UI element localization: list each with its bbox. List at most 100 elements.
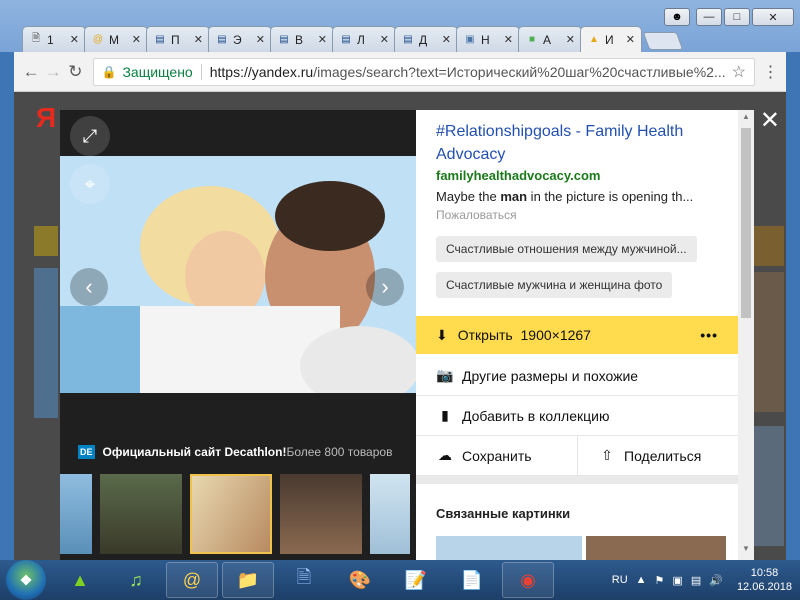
browser-tab[interactable]: ▤ Э ✕: [208, 26, 272, 52]
more-options-button[interactable]: •••: [700, 327, 718, 343]
doc-icon: ▤: [217, 34, 227, 45]
thumbnail-strip: [60, 474, 410, 554]
other-sizes-button[interactable]: 📷 Другие размеры и похожие: [416, 356, 738, 396]
scroll-down-icon[interactable]: ▼: [738, 544, 754, 558]
thumbnail[interactable]: [60, 474, 92, 554]
address-separator: [200, 63, 202, 80]
browser-titlebar: 🗎 1 ✕ @ M ✕ ▤ П ✕ ▤ Э ✕ ▤ В ✕ ▤ Л ✕ ▤ Д ✕ ▣ Н ✕ ■ А ✕ ▲ И ✕ ☻ — □ ✕: [0, 0, 800, 52]
new-tab-button[interactable]: [642, 32, 684, 50]
thumbnail-selected[interactable]: [190, 474, 272, 554]
image-info-panel: #Relationshipgoals - Family Health Advoc…: [416, 110, 738, 560]
chrome-icon: ◉: [520, 569, 536, 590]
tab-label: M: [109, 32, 119, 47]
close-window-button[interactable]: ✕: [752, 8, 794, 26]
chevron-up-icon[interactable]: ▲: [636, 574, 647, 586]
taskbar-app[interactable]: ♫: [110, 562, 162, 598]
tab-label: И: [605, 32, 614, 47]
source-host-link[interactable]: familyhealthadvocacy.com: [436, 168, 601, 183]
background-tile: [754, 226, 784, 266]
reload-button[interactable]: ↻: [64, 58, 86, 86]
thumbnail[interactable]: [100, 474, 182, 554]
close-tab-icon[interactable]: ✕: [194, 33, 203, 46]
taskbar-app[interactable]: 🎨: [334, 562, 386, 598]
forward-button[interactable]: →: [42, 58, 64, 86]
browser-tab[interactable]: ▤ П ✕: [146, 26, 210, 52]
language-indicator[interactable]: RU: [612, 574, 628, 586]
bookmark-star-icon[interactable]: ☆: [732, 62, 746, 82]
browser-tab[interactable]: @ M ✕: [84, 26, 148, 52]
save-button[interactable]: ☁ Сохранить: [416, 436, 577, 476]
panel-scrollbar[interactable]: ▲ ▼: [738, 110, 754, 560]
close-tab-icon[interactable]: ✕: [504, 33, 513, 46]
close-tab-icon[interactable]: ✕: [70, 33, 79, 46]
lock-icon: 🔒: [101, 64, 117, 79]
add-to-collection-button[interactable]: ▮ Добавить в коллекцию: [416, 396, 738, 436]
close-tab-icon[interactable]: ✕: [132, 33, 141, 46]
clock[interactable]: 10:58 12.06.2018: [737, 566, 792, 594]
start-button[interactable]: ❖: [6, 560, 46, 600]
close-tab-icon[interactable]: ✕: [380, 33, 389, 46]
main-photo[interactable]: [60, 156, 416, 393]
aimp-icon: ▲: [71, 569, 89, 590]
close-tab-icon[interactable]: ✕: [442, 33, 451, 46]
add-collection-label: Добавить в коллекцию: [462, 407, 610, 424]
taskbar-app[interactable]: ▲: [54, 562, 106, 598]
browser-tab[interactable]: ▲ И ✕: [580, 26, 642, 52]
network-icon[interactable]: ▤: [691, 574, 701, 587]
taskbar-app[interactable]: 📝: [390, 562, 442, 598]
browser-tab[interactable]: ▤ Л ✕: [332, 26, 396, 52]
back-button[interactable]: ←: [20, 58, 42, 86]
camera-icon: 📷: [436, 367, 454, 383]
chevron-left-icon: ‹: [85, 274, 93, 299]
yandex-logo[interactable]: Я: [36, 102, 56, 134]
related-image[interactable]: [586, 536, 726, 560]
browser-tab[interactable]: ▣ Н ✕: [456, 26, 520, 52]
decathlon-logo: DE: [78, 445, 95, 459]
browser-tab[interactable]: ■ А ✕: [518, 26, 582, 52]
music-icon: ♫: [129, 569, 143, 590]
browser-tab[interactable]: 🗎 1 ✕: [22, 26, 86, 52]
open-label: Открыть: [457, 327, 513, 343]
web-page: Я ✕ ⤢ ⌖ ‹ › DE Официальный сайт Decathlo…: [14, 92, 786, 560]
thumbnail[interactable]: [280, 474, 362, 554]
taskbar-app[interactable]: 📄: [446, 562, 498, 598]
address-bar[interactable]: 🔒 Защищено https://yandex.ru /images/sea…: [92, 57, 755, 86]
advertisement[interactable]: DE Официальный сайт Decathlon! Более 800…: [78, 445, 392, 459]
share-button[interactable]: ⇧ Поделиться: [577, 435, 738, 476]
image-size: 1900×1267: [520, 327, 591, 343]
close-tab-icon[interactable]: ✕: [318, 33, 327, 46]
next-image-button[interactable]: ›: [366, 268, 404, 306]
taskbar-app[interactable]: @: [166, 562, 218, 598]
window-controls: ☻ — □ ✕: [664, 8, 794, 26]
related-image[interactable]: [436, 536, 582, 560]
minimize-button[interactable]: —: [696, 8, 722, 26]
fullscreen-button[interactable]: ⤢: [70, 116, 110, 156]
taskbar-app-chrome[interactable]: ◉: [502, 562, 554, 598]
thumbnail[interactable]: [370, 474, 410, 554]
previous-image-button[interactable]: ‹: [70, 268, 108, 306]
scroll-up-icon[interactable]: ▲: [738, 112, 754, 126]
profile-button[interactable]: ☻: [664, 8, 690, 26]
source-title-link[interactable]: #Relationshipgoals - Family Health Advoc…: [436, 120, 726, 166]
close-tab-icon[interactable]: ✕: [566, 33, 575, 46]
flag-icon[interactable]: ⚑: [655, 574, 665, 587]
close-tab-icon[interactable]: ✕: [256, 33, 265, 46]
device-icon[interactable]: ▣: [672, 574, 682, 587]
open-image-button[interactable]: ⬇ Открыть 1900×1267 •••: [416, 316, 738, 354]
taskbar-app[interactable]: 🗎: [278, 562, 330, 598]
browser-menu-button[interactable]: ⋮: [761, 62, 780, 82]
browser-tab[interactable]: ▤ В ✕: [270, 26, 334, 52]
paint-icon: 🎨: [348, 569, 372, 590]
maximize-button[interactable]: □: [724, 8, 750, 26]
close-tab-icon[interactable]: ✕: [626, 33, 635, 46]
taskbar-app[interactable]: 📁: [222, 562, 274, 598]
volume-icon[interactable]: 🔊: [709, 574, 723, 587]
close-viewer-button[interactable]: ✕: [760, 106, 780, 135]
report-link[interactable]: Пожаловаться: [436, 208, 517, 222]
crop-button[interactable]: ⌖: [70, 164, 110, 204]
scrollbar-thumb[interactable]: [741, 128, 751, 318]
windows-logo-icon: ❖: [19, 571, 33, 588]
query-chip[interactable]: Счастливые отношения между мужчиной...: [436, 236, 697, 262]
query-chip[interactable]: Счастливые мужчина и женщина фото: [436, 272, 673, 298]
browser-tab[interactable]: ▤ Д ✕: [394, 26, 458, 52]
